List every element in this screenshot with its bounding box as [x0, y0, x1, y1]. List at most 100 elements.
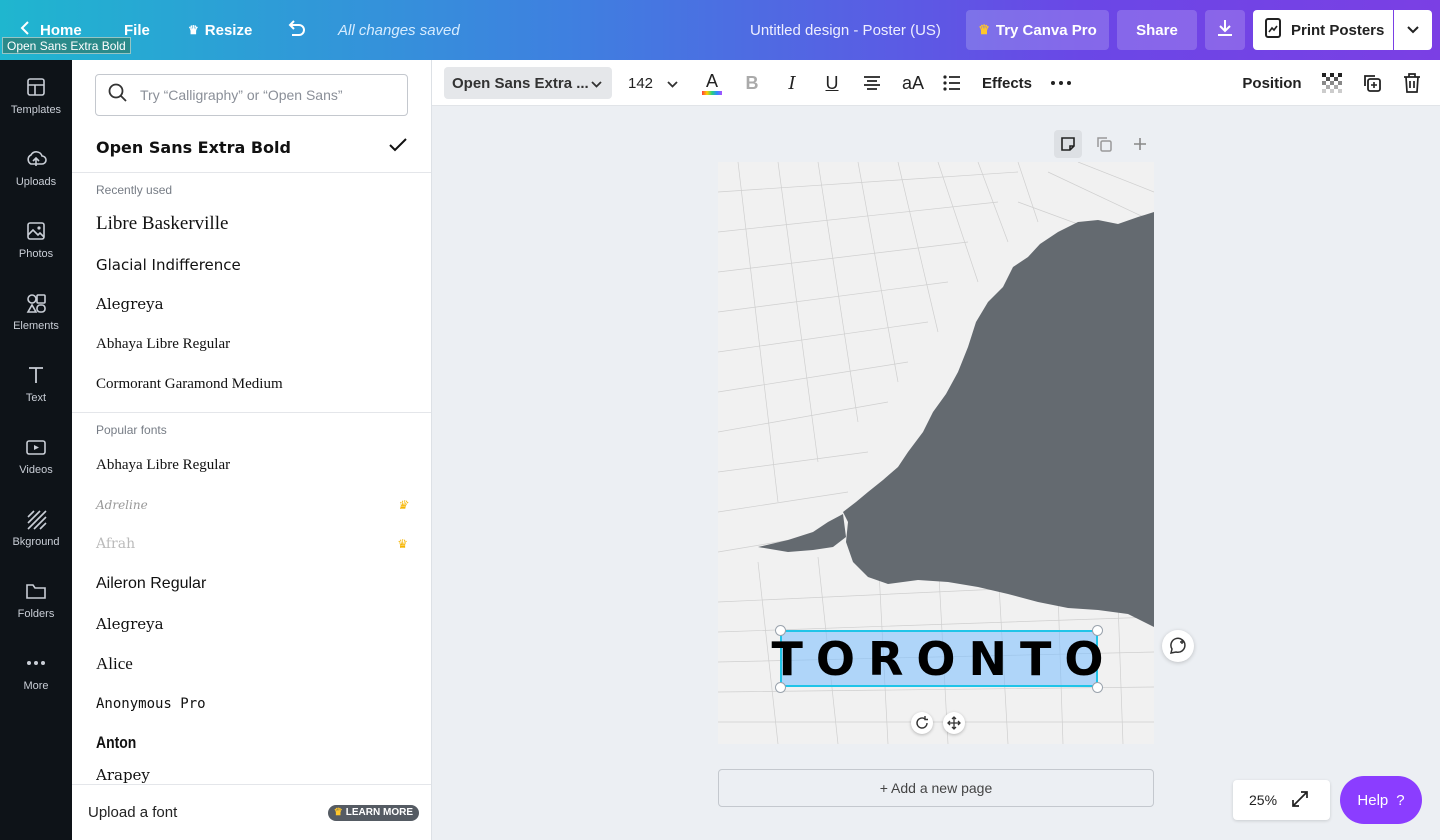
duplicate-page-button[interactable]	[1090, 130, 1118, 158]
resize-button[interactable]: ♛ Resize	[188, 0, 252, 60]
help-button[interactable]: Help ?	[1340, 776, 1422, 824]
photos-icon	[27, 222, 45, 240]
add-comment-button[interactable]	[1162, 630, 1194, 662]
font-item[interactable]: Arapey	[96, 768, 408, 784]
crown-icon: ♛	[333, 807, 343, 818]
font-item[interactable]: Alegreya	[96, 606, 408, 642]
chevron-down-icon	[591, 75, 602, 92]
zoom-control[interactable]: 25%	[1233, 780, 1330, 820]
folders-icon	[26, 584, 46, 599]
more-icon	[27, 661, 45, 665]
underline-button[interactable]: U	[818, 67, 846, 99]
current-font-row[interactable]: Open Sans Extra Bold	[96, 133, 408, 161]
videos-icon	[26, 440, 46, 455]
share-button[interactable]: Share	[1117, 10, 1197, 50]
rail-item-background[interactable]: Bkground	[0, 492, 72, 564]
position-button[interactable]: Position	[1236, 67, 1308, 99]
divider	[72, 412, 431, 413]
left-rail: Templates Uploads Photos Elements Text V…	[0, 60, 72, 840]
document-title[interactable]: Untitled design - Poster (US)	[750, 0, 941, 60]
undo-icon	[286, 19, 306, 41]
print-posters-button[interactable]: Print Posters	[1253, 10, 1393, 50]
font-item[interactable]: Anton	[96, 725, 352, 761]
bold-icon: B	[745, 72, 759, 93]
italic-button[interactable]: I	[778, 67, 806, 99]
print-icon	[1265, 18, 1281, 42]
text-toolbar: Open Sans Extra ... 142 A B I U aA Effec…	[432, 60, 1440, 106]
font-size-dropdown[interactable]: 142	[620, 67, 682, 99]
rotate-handle[interactable]	[911, 712, 933, 734]
more-horizontal-icon	[1051, 81, 1071, 85]
download-icon	[1215, 18, 1235, 43]
upload-font-link[interactable]: Upload a font	[88, 804, 177, 821]
italic-icon: I	[788, 72, 796, 94]
duplicate-button[interactable]	[1358, 67, 1386, 99]
list-button[interactable]	[938, 67, 966, 99]
rail-item-videos[interactable]: Videos	[0, 420, 72, 492]
move-handle[interactable]	[943, 712, 965, 734]
divider	[72, 172, 431, 173]
font-search-input[interactable]	[140, 87, 390, 103]
page-notes-button[interactable]	[1054, 130, 1082, 158]
download-button[interactable]	[1205, 10, 1245, 50]
more-options-button[interactable]	[1046, 67, 1076, 99]
font-item[interactable]: Cormorant Garamond Medium	[96, 366, 408, 402]
bold-button[interactable]: B	[738, 67, 766, 99]
poster-title-text[interactable]: TORONTO	[772, 630, 1104, 687]
resize-handle-bottom-right[interactable]	[1092, 682, 1103, 693]
resize-handle-bottom-left[interactable]	[775, 682, 786, 693]
rail-item-more[interactable]: More	[0, 636, 72, 708]
font-search-box[interactable]	[95, 74, 408, 116]
move-icon	[947, 716, 961, 730]
add-page-icon-button[interactable]	[1126, 130, 1154, 158]
top-bar: Home File ♛ Resize All changes saved Unt…	[0, 0, 1440, 60]
font-item[interactable]: Adreline ♛	[96, 487, 408, 523]
color-strip	[702, 90, 722, 95]
font-item[interactable]: Libre Baskerville	[96, 206, 408, 242]
add-new-page-button[interactable]: + Add a new page	[718, 769, 1154, 807]
print-options-button[interactable]	[1394, 10, 1432, 50]
rail-item-folders[interactable]: Folders	[0, 564, 72, 636]
background-icon	[27, 510, 47, 530]
rail-item-templates[interactable]: Templates	[0, 60, 72, 132]
transparency-button[interactable]	[1318, 67, 1346, 99]
templates-icon	[27, 78, 45, 96]
chevron-down-icon	[1407, 21, 1419, 39]
font-item[interactable]: Alegreya	[96, 286, 408, 322]
text-color-button[interactable]: A	[698, 67, 726, 99]
resize-handle-top-right[interactable]	[1092, 625, 1103, 636]
font-panel: Open Sans Extra Bold Recently used Libre…	[72, 60, 432, 840]
font-item[interactable]: Aileron Regular	[96, 566, 408, 602]
font-item[interactable]: Alice	[96, 646, 408, 682]
fullscreen-icon[interactable]	[1291, 790, 1309, 811]
font-item[interactable]: Afrah ♛	[96, 526, 408, 562]
rotate-icon	[916, 716, 928, 729]
save-status: All changes saved	[338, 21, 460, 39]
checkmark-icon	[388, 137, 408, 157]
crown-icon: ♛	[978, 22, 990, 37]
underline-icon: U	[825, 72, 839, 93]
rail-item-photos[interactable]: Photos	[0, 204, 72, 276]
align-center-icon	[864, 76, 880, 90]
delete-button[interactable]	[1398, 67, 1426, 99]
font-item[interactable]: Abhaya Libre Regular	[96, 447, 408, 483]
align-button[interactable]	[858, 67, 886, 99]
font-item[interactable]: Anonymous Pro	[96, 686, 408, 722]
rail-item-text[interactable]: Text	[0, 348, 72, 420]
chevron-down-icon	[667, 75, 678, 92]
question-mark-icon: ?	[1396, 791, 1405, 809]
crown-icon: ♛	[397, 498, 408, 512]
copy-icon	[1097, 137, 1112, 152]
resize-handle-top-left[interactable]	[775, 625, 786, 636]
try-canva-pro-button[interactable]: ♛ Try Canva Pro	[966, 10, 1109, 50]
letter-case-button[interactable]: aA	[898, 67, 928, 99]
popular-fonts-heading: Popular fonts	[96, 423, 167, 437]
rail-item-uploads[interactable]: Uploads	[0, 132, 72, 204]
font-family-dropdown[interactable]: Open Sans Extra ...	[444, 67, 612, 99]
undo-button[interactable]	[286, 0, 306, 60]
rail-item-elements[interactable]: Elements	[0, 276, 72, 348]
font-item[interactable]: Abhaya Libre Regular	[96, 326, 408, 362]
learn-more-badge[interactable]: ♛ LEARN MORE	[327, 804, 419, 821]
font-item[interactable]: Glacial Indifference	[96, 247, 408, 283]
effects-button[interactable]: Effects	[976, 67, 1038, 99]
